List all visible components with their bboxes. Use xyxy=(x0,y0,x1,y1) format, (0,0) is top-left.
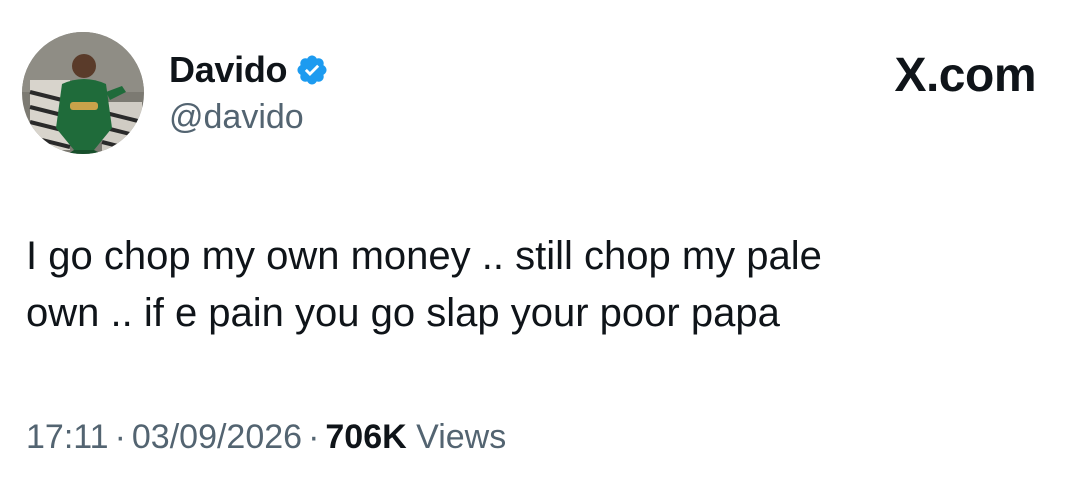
views-count: 706K xyxy=(325,418,407,456)
tweet-time[interactable]: 17:11 xyxy=(26,418,109,456)
tweet-text: I go chop my own money .. still chop my … xyxy=(26,228,1026,342)
brand-logo: X.com xyxy=(894,49,1036,102)
meta-separator: · xyxy=(308,418,320,456)
meta-separator: · xyxy=(114,418,126,456)
tweet-line: own .. if e pain you go slap your poor p… xyxy=(26,291,780,335)
verified-badge-icon xyxy=(297,55,327,85)
author-name-row: Davido xyxy=(169,48,329,92)
display-name[interactable]: Davido xyxy=(169,49,288,91)
author-handle[interactable]: @davido xyxy=(169,98,304,137)
avatar-image xyxy=(22,32,144,154)
views-label: Views xyxy=(416,418,507,456)
tweet-line: I go chop my own money .. still chop my … xyxy=(26,234,822,278)
tweet-meta: 17:11 · 03/09/2026 · 706K Views xyxy=(26,418,506,457)
avatar[interactable] xyxy=(22,32,144,154)
tweet-date[interactable]: 03/09/2026 xyxy=(132,418,302,456)
